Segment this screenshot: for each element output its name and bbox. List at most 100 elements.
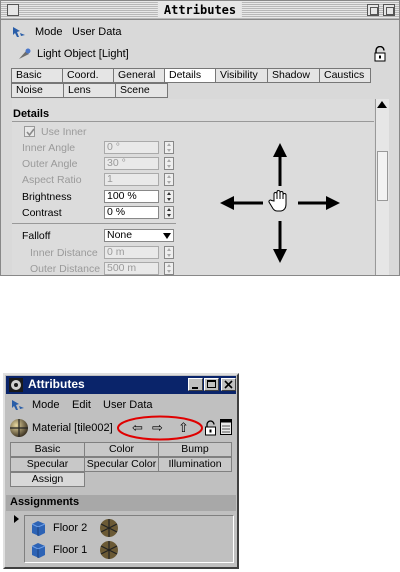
assignments-box: Floor 2 Floor 1 (24, 515, 234, 563)
inner-distance-input[interactable]: 0 m (104, 246, 159, 259)
tab-details[interactable]: Details (164, 68, 216, 83)
scroll-up-arrow-icon[interactable] (377, 101, 387, 108)
scroll-thumb[interactable] (377, 151, 388, 201)
vertical-scrollbar[interactable] (375, 99, 389, 275)
assignments-header: Assignments (6, 495, 236, 511)
falloff-value: None (107, 229, 133, 241)
panel-menu-icon[interactable] (220, 419, 232, 435)
tab-illumination[interactable]: Illumination (158, 457, 232, 472)
falloff-divider (12, 223, 176, 224)
tab-color[interactable]: Color (84, 442, 159, 457)
tab-scene[interactable]: Scene (115, 83, 168, 98)
outer-distance-input[interactable]: 500 m (104, 262, 159, 275)
tab-specular-color[interactable]: Specular Color (84, 457, 159, 472)
forward-arrow-button[interactable]: ⇨ (152, 420, 163, 436)
menu-bar: Mode Edit User Data (6, 396, 236, 414)
cube-icon (31, 521, 46, 536)
falloff-label: Falloff (22, 230, 51, 242)
tab-specular[interactable]: Specular (10, 457, 85, 472)
tab-coord[interactable]: Coord. (62, 68, 114, 83)
light-object-icon (19, 48, 31, 59)
tab-bump[interactable]: Bump (158, 442, 232, 457)
material-name: Material [tile002] (32, 422, 113, 434)
lock-icon[interactable] (373, 46, 387, 62)
title-bar[interactable]: Attributes (6, 376, 236, 394)
menu-user-data[interactable]: User Data (72, 26, 122, 38)
object-row: Light Object [Light] (1, 43, 399, 65)
menu-bar: Mode User Data (1, 21, 399, 43)
falloff-dropdown[interactable]: None (104, 229, 174, 242)
tab-row-2: Noise Lens Scene (11, 83, 168, 98)
inner-distance-stepper[interactable] (164, 246, 174, 259)
app-icon (9, 378, 23, 392)
checkmark-icon (26, 128, 35, 137)
list-item[interactable]: Floor 2 (29, 518, 229, 538)
tab-row-1: Basic Coord. General Details Visibility … (11, 68, 371, 83)
object-name: Floor 1 (53, 544, 88, 556)
contrast-stepper[interactable] (164, 206, 174, 219)
brightness-stepper[interactable] (164, 190, 174, 203)
tab-noise[interactable]: Noise (11, 83, 64, 98)
expand-arrow-icon[interactable] (14, 515, 19, 523)
title-bar[interactable]: Attributes (1, 1, 399, 20)
brightness-label: Brightness (22, 191, 72, 203)
dropdown-arrow-icon (163, 233, 171, 239)
close-button[interactable] (221, 378, 236, 391)
lock-icon[interactable] (204, 420, 217, 436)
contrast-input[interactable]: 0 % (104, 206, 159, 219)
list-item[interactable]: Floor 1 (29, 540, 229, 560)
inner-angle-input[interactable]: 0 ° (104, 141, 159, 154)
tab-general[interactable]: General (113, 68, 165, 83)
aspect-ratio-stepper[interactable] (164, 173, 174, 186)
outer-angle-label: Outer Angle (22, 158, 78, 170)
tab-basic[interactable]: Basic (11, 68, 63, 83)
minimize-icon (192, 387, 198, 389)
use-inner-label: Use Inner (41, 126, 87, 138)
contrast-label: Contrast (22, 207, 62, 219)
menu-mode[interactable]: Mode (35, 26, 63, 38)
tab-shadow[interactable]: Shadow (267, 68, 320, 83)
tab-basic[interactable]: Basic (10, 442, 85, 457)
cube-icon (31, 543, 46, 558)
close-box[interactable] (7, 4, 19, 16)
zoom-box[interactable] (367, 4, 379, 16)
inner-angle-label: Inner Angle (22, 142, 76, 154)
menu-user-data[interactable]: User Data (103, 399, 153, 411)
use-inner-checkbox[interactable] (24, 126, 35, 137)
maximize-button[interactable] (204, 378, 219, 391)
outer-distance-label: Outer Distance (30, 263, 101, 275)
minimize-button[interactable] (188, 378, 203, 391)
material-sphere-icon (100, 519, 118, 537)
close-icon (224, 380, 233, 389)
tab-caustics[interactable]: Caustics (319, 68, 371, 83)
aspect-ratio-label: Aspect Ratio (22, 174, 82, 186)
tab-assign[interactable]: Assign (10, 472, 85, 487)
assignments-list: Floor 2 Floor 1 (6, 512, 236, 565)
move-arrows-icon (220, 143, 340, 263)
aspect-ratio-input[interactable]: 1 (104, 173, 159, 186)
tab-lens[interactable]: Lens (63, 83, 116, 98)
up-arrow-button[interactable]: ⇧ (178, 420, 189, 436)
object-name: Light Object [Light] (37, 48, 129, 60)
menu-edit[interactable]: Edit (72, 399, 91, 411)
mode-cursor-icon (13, 27, 25, 37)
collapse-box[interactable] (383, 4, 395, 16)
outer-distance-stepper[interactable] (164, 262, 174, 275)
details-content: Details Use Inner Inner Angle 0 ° Outer … (12, 99, 374, 275)
tab-visibility[interactable]: Visibility (215, 68, 268, 83)
menu-mode[interactable]: Mode (32, 399, 60, 411)
inner-angle-stepper[interactable] (164, 141, 174, 154)
assignments-title: Assignments (10, 496, 80, 508)
back-arrow-button[interactable]: ⇦ (132, 420, 143, 436)
material-row: Material [tile002] ⇦ ⇨ ⇧ (6, 415, 236, 441)
mode-cursor-icon (12, 400, 24, 410)
brightness-input[interactable]: 100 % (104, 190, 159, 203)
inner-distance-label: Inner Distance (30, 247, 98, 259)
section-divider (12, 121, 374, 122)
maximize-icon (207, 380, 216, 388)
outer-angle-input[interactable]: 30 ° (104, 157, 159, 170)
window-title: Attributes (157, 2, 243, 18)
material-sphere-icon (100, 541, 118, 559)
hand-cursor-icon (268, 190, 287, 212)
outer-angle-stepper[interactable] (164, 157, 174, 170)
